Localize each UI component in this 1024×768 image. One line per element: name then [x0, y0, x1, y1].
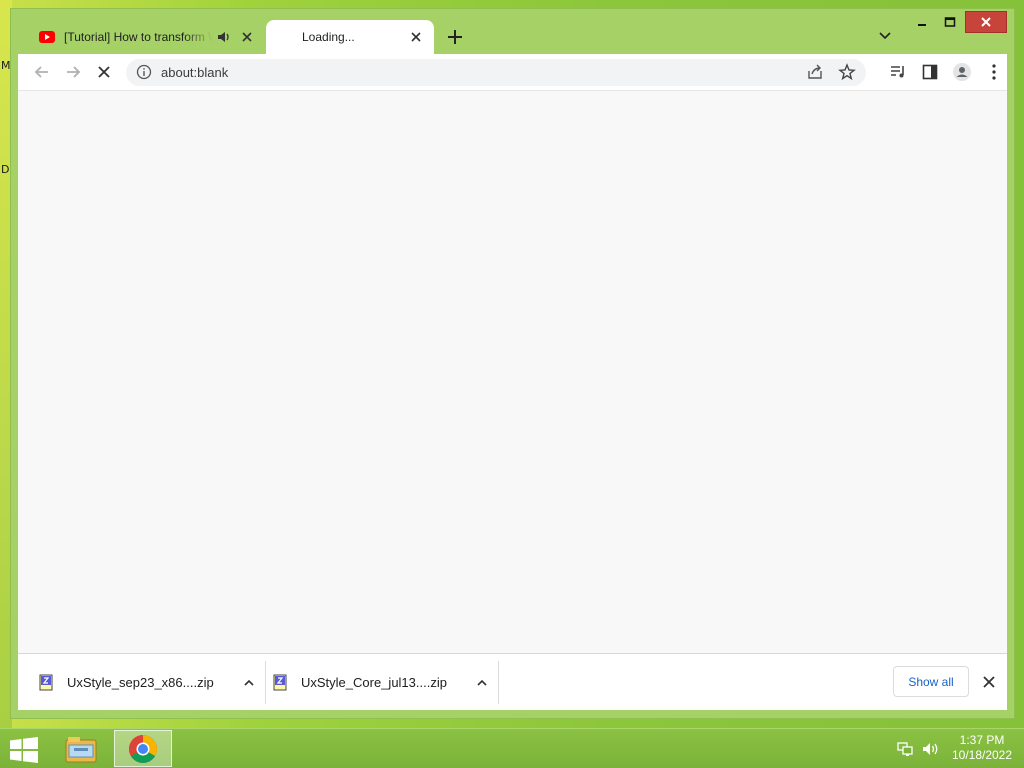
download-shelf: UxStyle_sep23_x86....zip UxStyle_Core_ju… [18, 653, 1007, 710]
bookmark-star-icon[interactable] [838, 63, 856, 81]
system-clock[interactable]: 1:37 PM 10/18/2022 [948, 733, 1016, 763]
close-window-button[interactable] [965, 11, 1007, 33]
volume-icon[interactable] [922, 741, 940, 757]
close-tab-icon[interactable] [239, 29, 255, 45]
profile-avatar-icon[interactable] [952, 62, 972, 82]
browser-toolbar: about:blank [18, 54, 1007, 90]
tab-title: Loading... [302, 30, 355, 44]
zip-file-icon [39, 674, 53, 691]
address-bar[interactable]: about:blank [126, 59, 866, 86]
download-item[interactable]: UxStyle_sep23_x86....zip [38, 654, 256, 711]
chevron-up-icon[interactable] [475, 676, 489, 690]
side-panel-icon[interactable] [920, 62, 940, 82]
share-icon[interactable] [806, 63, 824, 81]
maximize-icon [944, 17, 956, 27]
maximize-button[interactable] [937, 11, 963, 33]
close-shelf-icon[interactable] [981, 674, 997, 690]
media-queue-icon[interactable] [888, 62, 908, 82]
download-item[interactable]: UxStyle_Core_jul13....zip [272, 654, 489, 711]
youtube-icon [39, 31, 55, 43]
taskbar: 1:37 PM 10/18/2022 [0, 728, 1024, 768]
zip-file-icon [273, 674, 287, 691]
show-all-downloads-button[interactable]: Show all [893, 666, 969, 697]
clock-date: 10/18/2022 [951, 748, 1013, 762]
download-filename: UxStyle_Core_jul13....zip [301, 675, 447, 690]
back-icon[interactable] [32, 62, 52, 82]
minimize-icon [918, 24, 926, 26]
windows-start-icon[interactable] [10, 737, 38, 763]
taskbar-chrome[interactable] [114, 730, 172, 767]
minimize-button[interactable] [909, 11, 935, 33]
taskbar-file-explorer[interactable] [52, 730, 110, 767]
close-tab-icon[interactable] [408, 29, 424, 45]
download-separator [498, 661, 499, 704]
speaker-icon[interactable] [217, 30, 231, 44]
forward-icon[interactable] [63, 62, 83, 82]
download-separator [265, 661, 266, 704]
tab-title: [Tutorial] How to transform W [64, 30, 213, 44]
close-icon [981, 17, 991, 27]
desktop-icon-label-fragment: D [1, 163, 10, 176]
new-tab-icon[interactable] [443, 25, 467, 49]
chevron-up-icon[interactable] [242, 676, 256, 690]
clock-time: 1:37 PM [959, 733, 1005, 747]
file-explorer-icon [65, 736, 97, 762]
chevron-down-icon[interactable] [875, 28, 895, 44]
more-menu-icon[interactable] [984, 62, 1004, 82]
page-content-blank [18, 90, 1007, 653]
address-text[interactable]: about:blank [161, 65, 228, 80]
tab-tutorial[interactable]: [Tutorial] How to transform W [29, 20, 265, 54]
browser-window: [Tutorial] How to transform W Loading... [10, 8, 1015, 719]
download-filename: UxStyle_sep23_x86....zip [67, 675, 214, 690]
chrome-icon [129, 734, 157, 763]
tab-loading[interactable]: Loading... [266, 20, 434, 54]
info-icon[interactable] [136, 64, 152, 80]
network-icon[interactable] [897, 741, 915, 757]
tab-strip: [Tutorial] How to transform W Loading... [11, 9, 1014, 54]
stop-loading-icon[interactable] [94, 62, 114, 82]
